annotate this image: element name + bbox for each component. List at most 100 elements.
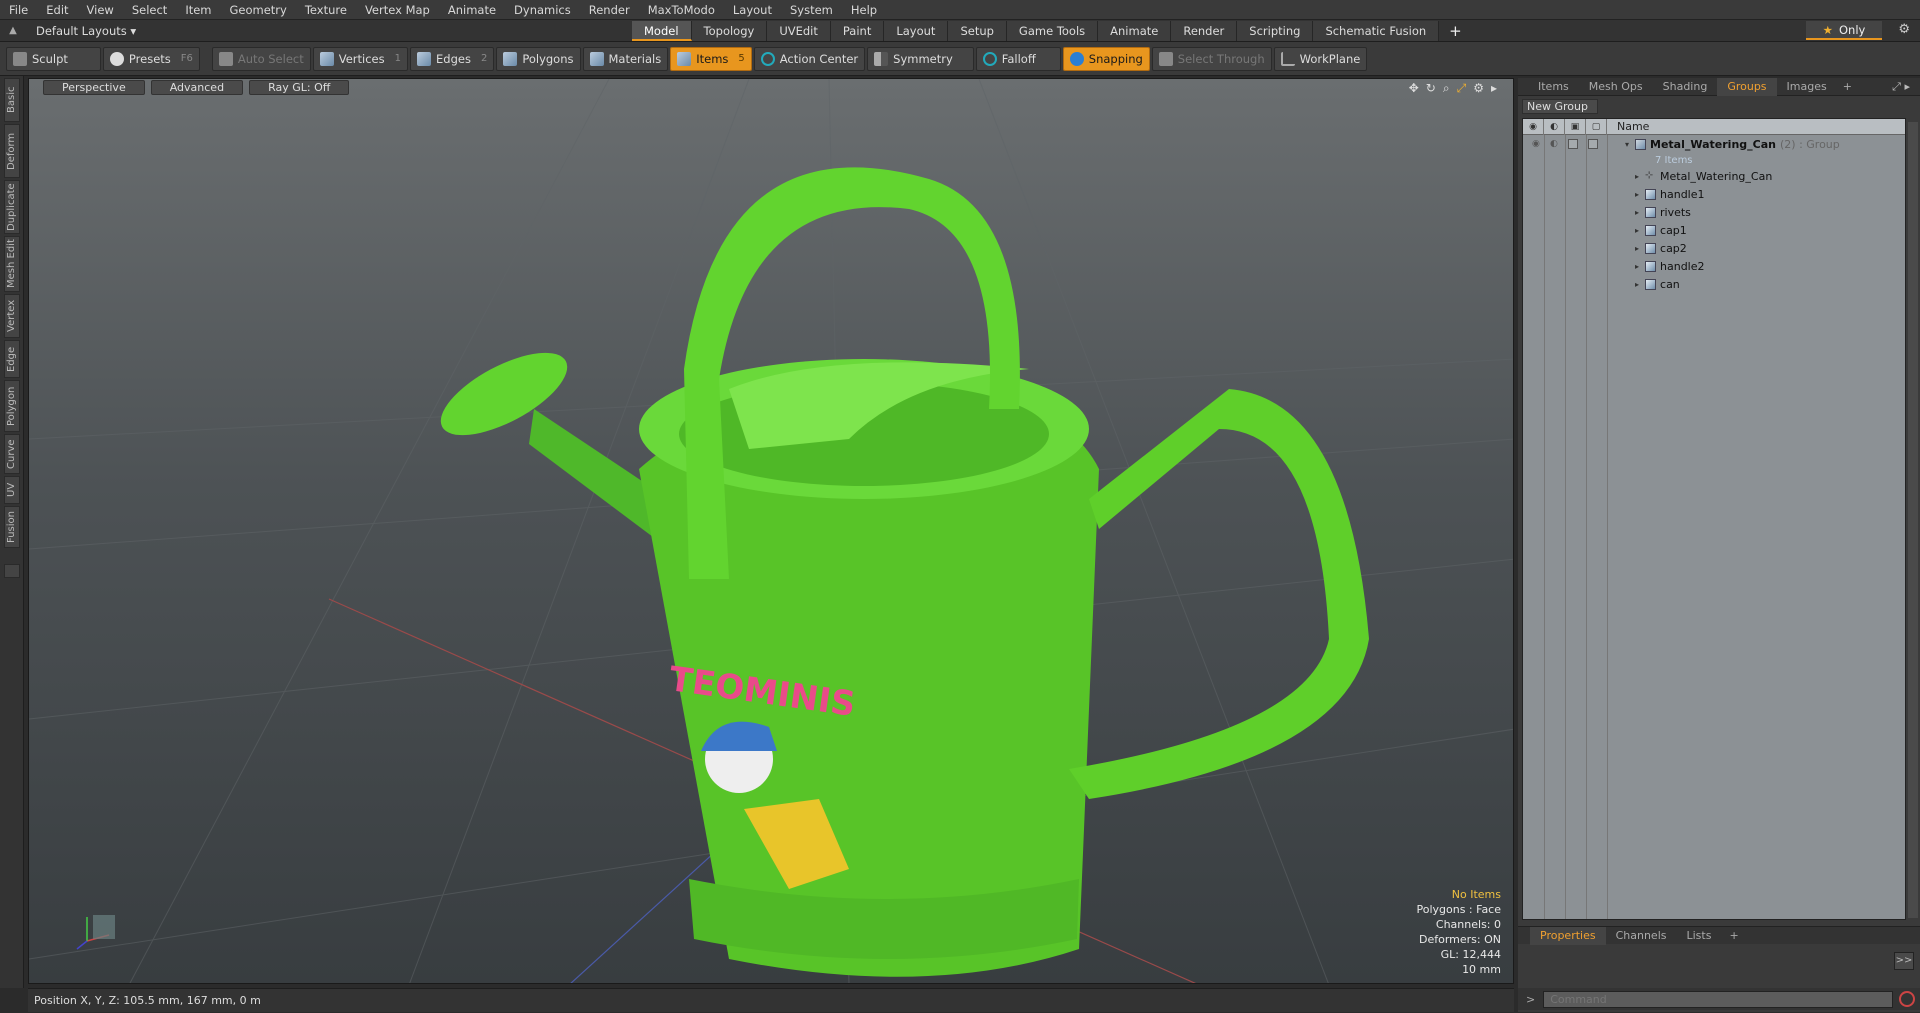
new-group-button[interactable]: New Group xyxy=(1522,99,1598,114)
list-item[interactable]: ▸ cap1 xyxy=(1523,221,1905,239)
rotate-view-icon[interactable]: ↻ xyxy=(1426,81,1436,96)
expand-triangle-icon[interactable]: ▸ xyxy=(1635,244,1639,253)
left-tab-duplicate[interactable]: Duplicate xyxy=(4,180,20,234)
select-through-button[interactable]: Select Through xyxy=(1151,46,1272,71)
gear-icon[interactable]: ⚙ xyxy=(1473,81,1484,96)
panel-tab-items[interactable]: Items xyxy=(1528,78,1579,96)
list-item[interactable]: ▸ can xyxy=(1523,275,1905,293)
tab-layout[interactable]: Layout xyxy=(884,20,949,41)
menu-file[interactable]: File xyxy=(0,0,37,20)
tab-uvedit[interactable]: UVEdit xyxy=(767,20,831,41)
lock-checkbox[interactable] xyxy=(1567,139,1578,149)
raygl-toggle[interactable]: Ray GL: Off xyxy=(249,80,350,95)
only-button[interactable]: ★ Only xyxy=(1806,21,1882,40)
perspective-dropdown[interactable]: Perspective xyxy=(43,80,145,95)
left-tab-vertex[interactable]: Vertex xyxy=(4,294,20,338)
zoom-icon[interactable]: ⌕ xyxy=(1443,81,1450,96)
visibility-eye-icon[interactable]: ◉ xyxy=(1532,139,1540,149)
add-panel-tab-icon[interactable]: + xyxy=(1837,80,1858,93)
left-tab-uv[interactable]: UV xyxy=(4,476,20,504)
gear-icon[interactable]: ⚙ xyxy=(1898,22,1910,37)
add-bottom-tab-icon[interactable]: + xyxy=(1721,929,1746,942)
visibility-col-icon[interactable]: ◉ xyxy=(1523,118,1544,135)
workplane-button[interactable]: WorkPlane xyxy=(1273,46,1368,71)
tab-topology[interactable]: Topology xyxy=(691,20,768,41)
action-center-button[interactable]: Action Center xyxy=(753,46,866,71)
expand-triangle-icon[interactable]: ▸ xyxy=(1635,208,1639,217)
materials-button[interactable]: Materials xyxy=(582,46,669,71)
left-tab-basic[interactable]: Basic xyxy=(4,78,20,122)
panel-tab-groups[interactable]: Groups xyxy=(1717,77,1777,96)
list-item[interactable]: ▸ ⊹ Metal_Watering_Can xyxy=(1523,167,1905,185)
expand-icon[interactable]: ⤢ ▸ xyxy=(1892,80,1910,94)
left-tab-polygon[interactable]: Polygon xyxy=(4,380,20,432)
panel-tab-shading[interactable]: Shading xyxy=(1653,78,1718,96)
menu-help[interactable]: Help xyxy=(842,0,886,20)
vertices-button[interactable]: Vertices 1 xyxy=(312,46,408,71)
panel-toggle-button[interactable] xyxy=(4,564,20,578)
expand-arrow-button[interactable]: >> xyxy=(1894,952,1914,970)
menu-maxtomodo[interactable]: MaxToModo xyxy=(639,0,724,20)
select-checkbox[interactable] xyxy=(1587,139,1598,149)
select-col-icon[interactable]: ▢ xyxy=(1586,118,1607,135)
watering-can-model[interactable]: TEOMINIS xyxy=(429,167,1369,977)
menu-render[interactable]: Render xyxy=(580,0,639,20)
list-item[interactable]: ▸ handle1 xyxy=(1523,185,1905,203)
play-icon[interactable]: ▸ xyxy=(1491,81,1497,96)
collapse-triangle-icon[interactable]: ▾ xyxy=(1625,140,1629,149)
edges-button[interactable]: Edges 2 xyxy=(410,46,495,71)
shading-dropdown[interactable]: Advanced xyxy=(150,80,244,95)
panel-tab-images[interactable]: Images xyxy=(1777,78,1837,96)
items-button[interactable]: Items 5 xyxy=(670,46,752,71)
move-view-icon[interactable]: ✥ xyxy=(1409,81,1419,96)
layout-dropdown[interactable]: Default Layouts ▾ xyxy=(26,24,596,38)
symmetry-button[interactable]: Symmetry xyxy=(867,46,974,71)
collapse-icon[interactable]: ▲ xyxy=(0,25,26,36)
maximize-icon[interactable]: ⤢ xyxy=(1457,81,1467,96)
expand-triangle-icon[interactable]: ▸ xyxy=(1635,280,1639,289)
tab-schematic-fusion[interactable]: Schematic Fusion xyxy=(1313,20,1440,41)
tab-game-tools[interactable]: Game Tools xyxy=(1006,20,1099,41)
menu-select[interactable]: Select xyxy=(123,0,176,20)
menu-edit[interactable]: Edit xyxy=(37,0,77,20)
3d-viewport[interactable]: TEOMINIS Perspective Advanced Ray GL: Of… xyxy=(28,78,1514,984)
list-item[interactable]: ▸ rivets xyxy=(1523,203,1905,221)
bottom-tab-channels[interactable]: Channels xyxy=(1606,927,1677,945)
list-item[interactable]: ▸ handle2 xyxy=(1523,257,1905,275)
sculpt-button[interactable]: Sculpt xyxy=(6,46,101,71)
record-icon[interactable] xyxy=(1899,991,1916,1007)
left-tab-edge[interactable]: Edge xyxy=(4,340,20,378)
expand-triangle-icon[interactable]: ▸ xyxy=(1635,226,1639,235)
lock-col-icon[interactable]: ▣ xyxy=(1565,118,1586,135)
snapping-button[interactable]: Snapping xyxy=(1062,46,1150,71)
expand-triangle-icon[interactable]: ▸ xyxy=(1635,172,1639,181)
command-input[interactable] xyxy=(1543,990,1894,1008)
list-item[interactable]: ▸ cap2 xyxy=(1523,239,1905,257)
left-tab-fusion[interactable]: Fusion xyxy=(4,506,20,548)
auto-select-button[interactable]: Auto Select xyxy=(211,46,311,71)
bottom-tab-properties[interactable]: Properties xyxy=(1530,926,1606,945)
menu-dynamics[interactable]: Dynamics xyxy=(505,0,580,20)
presets-button[interactable]: Presets F6 xyxy=(102,46,200,71)
menu-system[interactable]: System xyxy=(781,0,842,20)
falloff-button[interactable]: Falloff xyxy=(975,46,1061,71)
menu-view[interactable]: View xyxy=(78,0,123,20)
expand-triangle-icon[interactable]: ▸ xyxy=(1635,190,1639,199)
tab-setup[interactable]: Setup xyxy=(948,20,1007,41)
tab-render[interactable]: Render xyxy=(1171,20,1238,41)
polygons-button[interactable]: Polygons xyxy=(496,46,581,71)
add-tab-icon[interactable]: + xyxy=(1439,21,1472,41)
render-toggle-icon[interactable]: ◐ xyxy=(1550,139,1558,149)
menu-item[interactable]: Item xyxy=(176,0,220,20)
left-tab-curve[interactable]: Curve xyxy=(4,434,20,474)
group-row[interactable]: ◉ ◐ ▾ Metal_Watering_Can (2) : Group xyxy=(1523,135,1905,153)
menu-animate[interactable]: Animate xyxy=(439,0,505,20)
tab-scripting[interactable]: Scripting xyxy=(1237,20,1314,41)
tab-model[interactable]: Model xyxy=(632,20,692,41)
tab-animate[interactable]: Animate xyxy=(1098,20,1172,41)
left-tab-mesh-edit[interactable]: Mesh Edit xyxy=(4,236,20,292)
expand-triangle-icon[interactable]: ▸ xyxy=(1635,262,1639,271)
panel-tab-mesh-ops[interactable]: Mesh Ops xyxy=(1579,78,1653,96)
render-col-icon[interactable]: ◐ xyxy=(1544,118,1565,135)
tab-paint[interactable]: Paint xyxy=(830,20,885,41)
